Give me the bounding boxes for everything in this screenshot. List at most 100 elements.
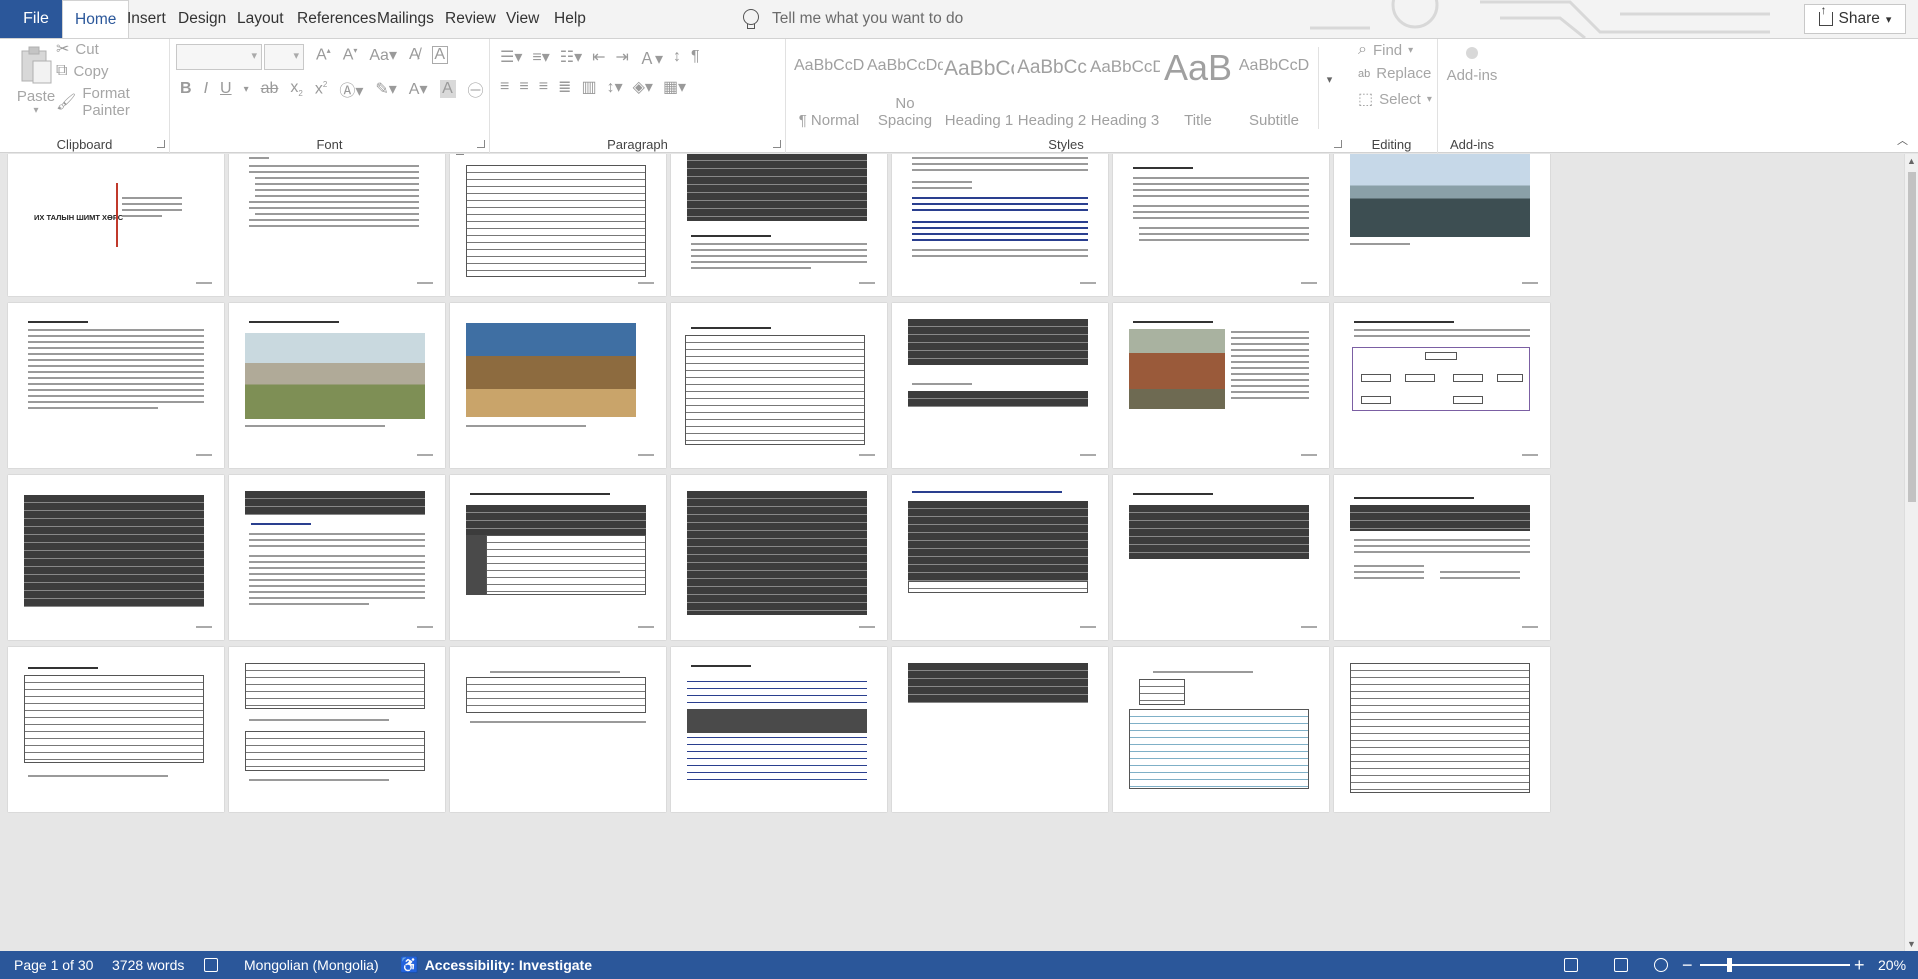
- tab-help[interactable]: Help: [554, 0, 586, 38]
- collapse-ribbon-icon[interactable]: ︿: [1897, 132, 1908, 148]
- style-no-spacing[interactable]: AaBbCcDd No Spacing: [867, 47, 943, 129]
- page-thumbnail[interactable]: [892, 303, 1108, 468]
- subscript-icon[interactable]: x2: [290, 79, 302, 98]
- cut-button[interactable]: ✂ Cut: [56, 39, 99, 59]
- read-mode-button[interactable]: [1564, 951, 1578, 979]
- page-thumbnail[interactable]: [1113, 303, 1329, 468]
- document-area[interactable]: ИХ ТАЛЫН ШИМТ ХӨРС: [0, 154, 1904, 951]
- page-thumbnail[interactable]: [450, 154, 666, 296]
- tab-view[interactable]: View: [506, 0, 539, 38]
- zoom-slider-thumb[interactable]: [1727, 958, 1732, 972]
- addins-button[interactable]: Add-ins: [1438, 47, 1506, 84]
- page-thumbnail[interactable]: [892, 154, 1108, 296]
- page-thumbnail[interactable]: [1334, 647, 1550, 812]
- chevron-down-icon[interactable]: ▾: [244, 84, 249, 95]
- increase-indent-icon[interactable]: ⇥: [616, 47, 629, 67]
- scroll-up-icon[interactable]: ▲: [1907, 156, 1916, 166]
- paragraph-launcher-icon[interactable]: [773, 140, 781, 148]
- font-size-combo[interactable]: [264, 44, 304, 70]
- style-subtitle[interactable]: AaBbCcD Subtitle: [1236, 47, 1312, 129]
- select-button[interactable]: ⬚ Select ▾: [1358, 89, 1432, 109]
- superscript-icon[interactable]: x2: [315, 80, 327, 98]
- find-button[interactable]: ⌕ Find ▾: [1358, 41, 1413, 59]
- decrease-indent-icon[interactable]: ⇤: [592, 47, 605, 67]
- asian-layout-icon[interactable]: Ａ▾: [639, 45, 663, 69]
- tell-me-box[interactable]: Tell me what you want to do: [742, 0, 963, 38]
- page-thumbnail[interactable]: [229, 154, 445, 296]
- page-thumbnail[interactable]: [671, 154, 887, 296]
- font-name-combo[interactable]: [176, 44, 262, 70]
- style-heading-2[interactable]: AaBbCc Heading 2: [1017, 47, 1087, 129]
- scrollbar-thumb[interactable]: [1908, 172, 1916, 502]
- highlight-icon[interactable]: ✎▾: [375, 79, 396, 99]
- justify-icon[interactable]: ≣: [558, 77, 571, 97]
- tab-insert[interactable]: Insert: [127, 0, 166, 38]
- shrink-font-icon[interactable]: A▾: [343, 46, 358, 64]
- style-heading-1[interactable]: AaBbCc Heading 1: [944, 47, 1014, 129]
- share-button[interactable]: Share ▾: [1804, 3, 1906, 34]
- tab-design[interactable]: Design: [178, 0, 226, 38]
- page-thumbnail[interactable]: [229, 475, 445, 640]
- format-painter-button[interactable]: 🖌 Format Painter: [56, 85, 169, 119]
- align-left-icon[interactable]: ≡: [500, 78, 509, 96]
- tab-home[interactable]: Home: [62, 0, 130, 39]
- multilevel-list-icon[interactable]: ☷▾: [560, 47, 582, 67]
- web-layout-button[interactable]: [1654, 951, 1668, 979]
- tab-references[interactable]: References: [297, 0, 376, 38]
- scroll-down-icon[interactable]: ▼: [1907, 939, 1916, 949]
- align-center-icon[interactable]: ≡: [519, 78, 528, 96]
- zoom-slider[interactable]: [1700, 964, 1850, 966]
- grow-font-icon[interactable]: A▴: [316, 46, 331, 64]
- paste-button[interactable]: Paste ▾: [14, 45, 58, 116]
- style-normal[interactable]: AaBbCcDd ¶ Normal: [794, 47, 864, 129]
- page-thumbnail[interactable]: [450, 647, 666, 812]
- replace-button[interactable]: ab Replace: [1358, 65, 1431, 82]
- pilcrow-icon[interactable]: ¶: [691, 48, 700, 66]
- font-launcher-icon[interactable]: [477, 140, 485, 148]
- change-case-icon[interactable]: Aa▾: [369, 45, 397, 65]
- character-shading-icon[interactable]: A: [439, 80, 456, 98]
- page-thumbnail[interactable]: [892, 647, 1108, 812]
- line-spacing-icon[interactable]: ↕▾: [607, 77, 623, 97]
- tab-review[interactable]: Review: [445, 0, 496, 38]
- page-thumbnail[interactable]: [1334, 154, 1550, 296]
- page-thumbnail[interactable]: [1113, 647, 1329, 812]
- page-thumbnail[interactable]: [1334, 303, 1550, 468]
- tab-layout[interactable]: Layout: [237, 0, 284, 38]
- shading-icon[interactable]: ◈▾: [633, 77, 653, 97]
- bullets-icon[interactable]: ☰▾: [500, 47, 522, 67]
- page-thumbnail[interactable]: [1334, 475, 1550, 640]
- page-thumbnail[interactable]: [450, 303, 666, 468]
- text-effects-icon[interactable]: A: [431, 46, 448, 64]
- numbering-icon[interactable]: ≡▾: [532, 47, 549, 67]
- page-thumbnail[interactable]: [229, 647, 445, 812]
- page-thumbnail[interactable]: [671, 303, 887, 468]
- page-thumbnail[interactable]: [229, 303, 445, 468]
- zoom-level[interactable]: 20%: [1878, 951, 1906, 979]
- bold-icon[interactable]: B: [180, 80, 192, 98]
- print-layout-button[interactable]: [1614, 951, 1628, 979]
- language-indicator[interactable]: Mongolian (Mongolia): [244, 951, 379, 979]
- zoom-in-button[interactable]: +: [1854, 951, 1865, 979]
- word-count[interactable]: 3728 words: [112, 951, 184, 979]
- underline-icon[interactable]: U: [220, 80, 232, 98]
- vertical-scrollbar[interactable]: ▲ ▼: [1904, 154, 1918, 951]
- borders-icon[interactable]: ▦▾: [663, 77, 686, 97]
- styles-gallery-more-icon[interactable]: ▾: [1318, 47, 1340, 129]
- proofing-icon[interactable]: [204, 951, 218, 979]
- page-thumbnail[interactable]: [892, 475, 1108, 640]
- page-thumbnail[interactable]: [671, 647, 887, 812]
- clear-formatting-icon[interactable]: A̸: [409, 46, 420, 64]
- page-thumbnail[interactable]: [8, 647, 224, 812]
- enclose-character-icon[interactable]: ㊀: [468, 77, 484, 101]
- accessibility-status[interactable]: ♿ Accessibility: Investigate: [400, 951, 592, 979]
- style-heading-3[interactable]: AaBbCcD Heading 3: [1090, 47, 1160, 129]
- tab-mailings[interactable]: Mailings: [377, 0, 434, 38]
- page-thumbnail[interactable]: [450, 475, 666, 640]
- clipboard-launcher-icon[interactable]: [157, 140, 165, 148]
- font-color-icon[interactable]: A▾: [409, 79, 428, 99]
- align-right-icon[interactable]: ≡: [539, 78, 548, 96]
- copy-button[interactable]: ⧉ Copy: [56, 62, 108, 80]
- page-thumbnail[interactable]: [1113, 475, 1329, 640]
- distributed-icon[interactable]: ▥: [581, 77, 596, 97]
